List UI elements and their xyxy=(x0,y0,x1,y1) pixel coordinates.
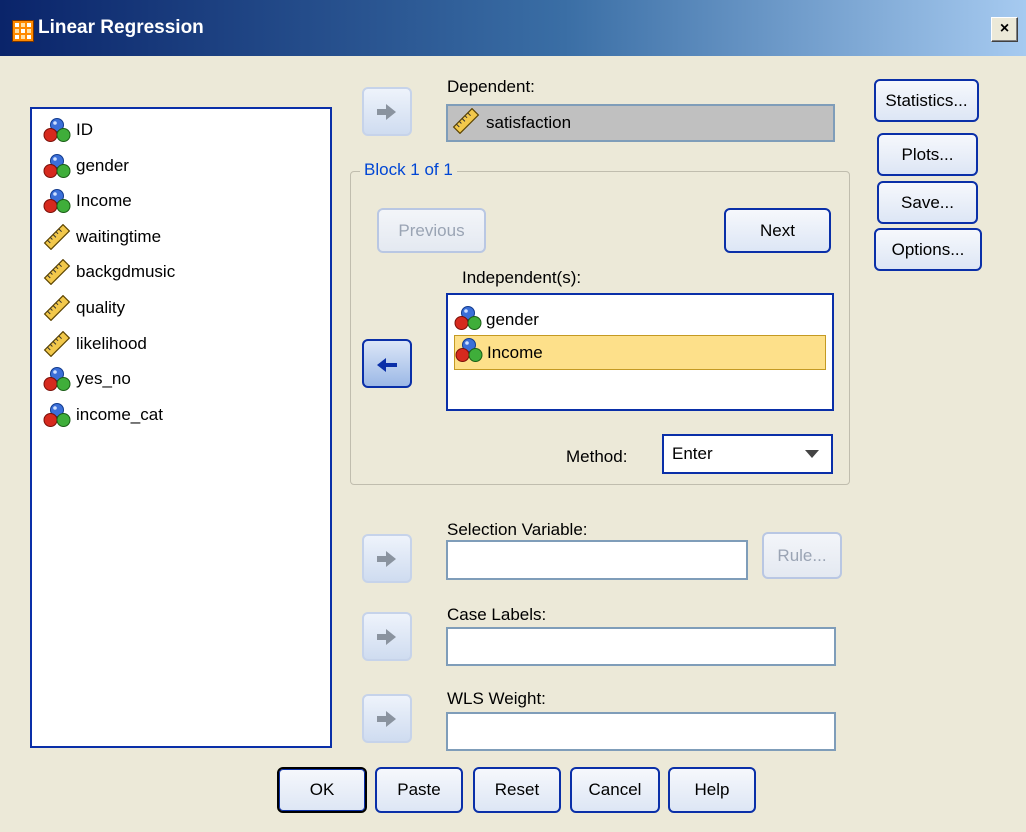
paste-button[interactable]: Paste xyxy=(375,767,463,813)
previous-button[interactable]: Previous xyxy=(377,208,486,253)
rule-button[interactable]: Rule... xyxy=(762,532,842,579)
ok-button[interactable]: OK xyxy=(277,767,367,813)
list-item[interactable]: quality xyxy=(42,291,125,325)
case-labels-field[interactable] xyxy=(446,627,836,666)
independents-list[interactable]: gender Income xyxy=(446,293,834,411)
list-item-selected[interactable]: Income xyxy=(454,335,826,370)
list-item[interactable]: gender xyxy=(42,149,129,183)
variable-label: quality xyxy=(76,298,126,317)
scale-ruler-icon xyxy=(452,108,480,139)
nominal-icon xyxy=(455,337,483,368)
arrow-right-icon xyxy=(376,628,398,646)
nominal-icon xyxy=(454,305,482,336)
independents-label: Independent(s): xyxy=(462,268,582,287)
list-item[interactable]: ID xyxy=(42,113,93,147)
help-button[interactable]: Help xyxy=(668,767,756,813)
plots-label: Plots... xyxy=(901,144,954,164)
block-legend: Block 1 of 1 xyxy=(360,160,457,180)
close-button[interactable]: × xyxy=(991,17,1018,42)
wls-weight-label: WLS Weight: xyxy=(447,689,546,708)
move-from-independents-button[interactable] xyxy=(362,339,412,388)
arrow-right-icon xyxy=(376,710,398,728)
list-item[interactable]: waitingtime xyxy=(42,220,161,254)
save-button[interactable]: Save... xyxy=(877,181,978,224)
method-label: Method: xyxy=(566,447,628,466)
save-label: Save... xyxy=(901,192,954,212)
statistics-label: Statistics... xyxy=(885,90,968,110)
next-label: Next xyxy=(760,220,795,240)
independent-label: Income xyxy=(487,342,543,362)
variable-label: income_cat xyxy=(76,405,163,424)
plots-button[interactable]: Plots... xyxy=(877,133,978,176)
cancel-button[interactable]: Cancel xyxy=(570,767,660,813)
options-label: Options... xyxy=(891,239,965,259)
scale-ruler-icon xyxy=(42,258,72,286)
window-title: Linear Regression xyxy=(38,17,204,38)
spss-app-icon xyxy=(12,20,34,42)
method-value: Enter xyxy=(672,444,713,463)
scale-ruler-icon xyxy=(42,330,72,358)
nominal-icon xyxy=(42,187,72,215)
move-to-case-labels-button[interactable] xyxy=(362,612,412,661)
variable-label: likelihood xyxy=(76,334,147,353)
variable-label: yes_no xyxy=(76,369,131,388)
variable-label: gender xyxy=(76,156,129,175)
wls-weight-field[interactable] xyxy=(446,712,836,751)
scale-ruler-icon xyxy=(42,294,72,322)
list-item[interactable]: income_cat xyxy=(42,398,163,432)
list-item[interactable]: likelihood xyxy=(42,327,147,361)
variable-label: ID xyxy=(76,120,93,139)
variable-list[interactable]: ID gender Income waitingtime backgdmusic… xyxy=(30,107,332,748)
selection-variable-label: Selection Variable: xyxy=(447,520,588,539)
dependent-label: Dependent: xyxy=(447,77,535,96)
dependent-field[interactable]: satisfaction xyxy=(446,104,835,142)
arrow-right-icon xyxy=(376,550,398,568)
variable-label: backgdmusic xyxy=(76,262,176,281)
method-select[interactable]: Enter xyxy=(662,434,833,474)
close-icon: × xyxy=(999,20,1010,37)
next-button[interactable]: Next xyxy=(724,208,831,253)
previous-label: Previous xyxy=(398,220,465,240)
variable-label: waitingtime xyxy=(76,227,162,246)
scale-ruler-icon xyxy=(42,223,72,251)
nominal-icon xyxy=(42,152,72,180)
ok-label: OK xyxy=(309,780,335,799)
reset-label: Reset xyxy=(494,780,540,799)
cancel-label: Cancel xyxy=(588,780,642,799)
reset-button[interactable]: Reset xyxy=(473,767,561,813)
arrow-left-icon xyxy=(376,355,398,373)
nominal-icon xyxy=(42,365,72,393)
independent-label: gender xyxy=(486,310,539,329)
list-item[interactable]: backgdmusic xyxy=(42,255,175,289)
move-to-wls-weight-button[interactable] xyxy=(362,694,412,743)
variable-label: Income xyxy=(76,191,132,210)
statistics-button[interactable]: Statistics... xyxy=(874,79,979,122)
help-label: Help xyxy=(694,780,730,799)
move-to-dependent-button[interactable] xyxy=(362,87,412,136)
options-button[interactable]: Options... xyxy=(874,228,982,271)
nominal-icon xyxy=(42,116,72,144)
chevron-down-icon xyxy=(805,450,819,458)
rule-label: Rule... xyxy=(777,545,827,565)
list-item[interactable]: gender xyxy=(454,302,824,338)
list-item[interactable]: Income xyxy=(42,184,132,218)
nominal-icon xyxy=(42,401,72,429)
arrow-right-icon xyxy=(376,103,398,121)
move-to-selection-button[interactable] xyxy=(362,534,412,583)
dependent-value: satisfaction xyxy=(486,113,572,132)
case-labels-label: Case Labels: xyxy=(447,605,547,624)
selection-variable-field[interactable] xyxy=(446,540,748,580)
list-item[interactable]: yes_no xyxy=(42,362,131,396)
paste-label: Paste xyxy=(397,780,441,799)
